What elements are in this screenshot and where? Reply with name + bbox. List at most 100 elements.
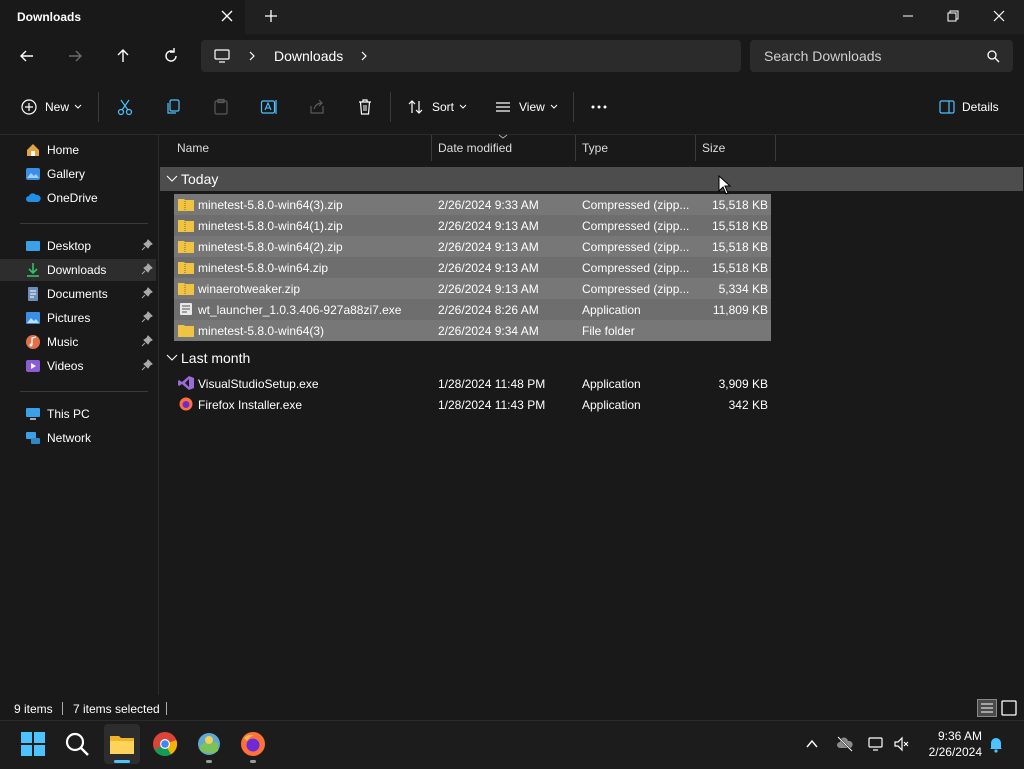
up-arrow-icon[interactable] [113, 46, 133, 66]
file-explorer-icon[interactable] [109, 731, 135, 757]
pin-icon[interactable] [141, 263, 153, 275]
sidebar-item-network[interactable]: Network [0, 427, 156, 449]
file-row[interactable]: winaerotweaker.zip 2/26/2024 9:13 AM Com… [174, 278, 771, 299]
pin-icon[interactable] [141, 239, 153, 251]
file-date: 1/28/2024 11:48 PM [438, 377, 546, 391]
chevron-right-icon[interactable] [246, 50, 258, 62]
refresh-icon[interactable] [161, 46, 181, 66]
column-header-date[interactable]: Date modified [438, 141, 512, 155]
chevron-down-icon[interactable] [74, 104, 82, 110]
close-tab-icon[interactable] [219, 8, 235, 24]
monitor-icon[interactable] [213, 47, 231, 65]
taskbar-clock[interactable]: 9:36 AM 2/26/2024 [924, 729, 982, 759]
zip-folder-icon [178, 241, 194, 253]
tiles-view-icon[interactable] [1000, 699, 1018, 717]
sidebar-item-desktop[interactable]: Desktop [0, 235, 156, 257]
share-icon[interactable] [308, 98, 326, 116]
delete-icon[interactable] [356, 98, 374, 116]
copy-icon[interactable] [164, 98, 182, 116]
sidebar-item-pictures[interactable]: Pictures [0, 307, 156, 329]
chevron-up-icon[interactable] [805, 737, 819, 751]
sidebar-item-music[interactable]: Music [0, 331, 156, 353]
chevron-right-icon[interactable] [358, 50, 370, 62]
cloud-offline-icon[interactable] [836, 735, 854, 753]
pin-icon[interactable] [141, 359, 153, 371]
file-date: 1/28/2024 11:43 PM [438, 398, 546, 412]
chevron-down-icon[interactable] [166, 353, 178, 363]
column-header-size[interactable]: Size [702, 141, 725, 155]
file-type: Compressed (zipp... [582, 282, 690, 296]
file-row[interactable]: minetest-5.8.0-win64(3).zip 2/26/2024 9:… [174, 194, 771, 215]
sort-icon[interactable] [407, 98, 425, 116]
file-row[interactable]: minetest-5.8.0-win64(3) 2/26/2024 9:34 A… [174, 320, 771, 341]
sidebar-item-label: OneDrive [47, 191, 98, 205]
file-type: Application [582, 303, 641, 317]
folder-icon [178, 325, 194, 337]
sort-button[interactable]: Sort [432, 100, 454, 114]
view-button[interactable]: View [519, 100, 545, 114]
chrome-icon[interactable] [152, 731, 178, 757]
minetest-app-icon[interactable] [196, 731, 222, 757]
sidebar-item-documents[interactable]: Documents [0, 283, 156, 305]
file-name: Firefox Installer.exe [198, 398, 303, 412]
sidebar-item-home[interactable]: Home [0, 139, 156, 161]
details-view-icon[interactable] [977, 699, 997, 717]
search-icon[interactable] [986, 49, 1000, 63]
file-row[interactable]: Firefox Installer.exe 1/28/2024 11:43 PM… [174, 394, 771, 415]
zip-folder-icon [178, 199, 194, 211]
paste-icon[interactable] [212, 98, 230, 116]
cut-icon[interactable] [116, 98, 134, 116]
group-label-last-month[interactable]: Last month [181, 350, 250, 366]
sidebar-item-gallery[interactable]: Gallery [0, 163, 156, 185]
view-lines-icon[interactable] [494, 98, 512, 116]
column-divider[interactable] [431, 135, 432, 161]
pin-icon[interactable] [141, 311, 153, 323]
more-options-icon[interactable] [590, 98, 608, 116]
forward-arrow-icon[interactable] [65, 46, 85, 66]
sidebar-item-this-pc[interactable]: This PC [0, 403, 156, 425]
windows-start-icon[interactable] [20, 731, 46, 757]
file-name: wt_launcher_1.0.3.406-927a88zi7.exe [198, 303, 402, 317]
column-header-type[interactable]: Type [582, 141, 608, 155]
cloud-icon [26, 193, 41, 202]
file-type: Application [582, 377, 641, 391]
details-button[interactable]: Details [962, 100, 999, 114]
sidebar-item-videos[interactable]: Videos [0, 355, 156, 377]
notification-bell-icon[interactable] [988, 735, 1004, 753]
pin-icon[interactable] [141, 287, 153, 299]
chevron-down-icon[interactable] [166, 174, 178, 184]
breadcrumb-downloads[interactable]: Downloads [274, 48, 343, 64]
chevron-down-icon[interactable] [459, 104, 467, 110]
pin-icon[interactable] [141, 335, 153, 347]
sidebar-item-onedrive[interactable]: OneDrive [0, 187, 156, 209]
volume-muted-icon[interactable] [893, 735, 911, 753]
close-window-icon[interactable] [989, 6, 1009, 26]
column-divider[interactable] [575, 135, 576, 161]
mouse-cursor-icon [718, 175, 732, 195]
new-tab-icon[interactable] [263, 8, 279, 24]
file-row[interactable]: VisualStudioSetup.exe 1/28/2024 11:48 PM… [174, 373, 771, 394]
new-button[interactable]: New [45, 100, 69, 114]
file-row[interactable]: minetest-5.8.0-win64(1).zip 2/26/2024 9:… [174, 215, 771, 236]
back-arrow-icon[interactable] [17, 46, 37, 66]
status-divider [166, 702, 167, 715]
search-icon[interactable] [64, 731, 90, 757]
file-row[interactable]: minetest-5.8.0-win64.zip 2/26/2024 9:13 … [174, 257, 771, 278]
firefox-icon[interactable] [240, 731, 266, 757]
restore-icon[interactable] [943, 6, 963, 26]
sidebar-item-downloads[interactable]: Downloads [0, 259, 156, 281]
rename-icon[interactable] [260, 98, 278, 116]
column-divider[interactable] [695, 135, 696, 161]
group-header-today[interactable] [160, 167, 1023, 191]
column-divider[interactable] [775, 135, 776, 161]
column-header-name[interactable]: Name [177, 141, 209, 155]
file-row[interactable]: minetest-5.8.0-win64(2).zip 2/26/2024 9:… [174, 236, 771, 257]
active-app-indicator [114, 760, 130, 763]
network-status-icon[interactable] [867, 735, 885, 753]
details-pane-icon[interactable] [938, 98, 956, 116]
chevron-down-icon[interactable] [550, 104, 558, 110]
file-row[interactable]: wt_launcher_1.0.3.406-927a88zi7.exe 2/26… [174, 299, 771, 320]
plus-circle-icon[interactable] [20, 98, 38, 116]
minimize-icon[interactable] [898, 6, 918, 26]
search-input[interactable]: Search Downloads [764, 48, 882, 64]
